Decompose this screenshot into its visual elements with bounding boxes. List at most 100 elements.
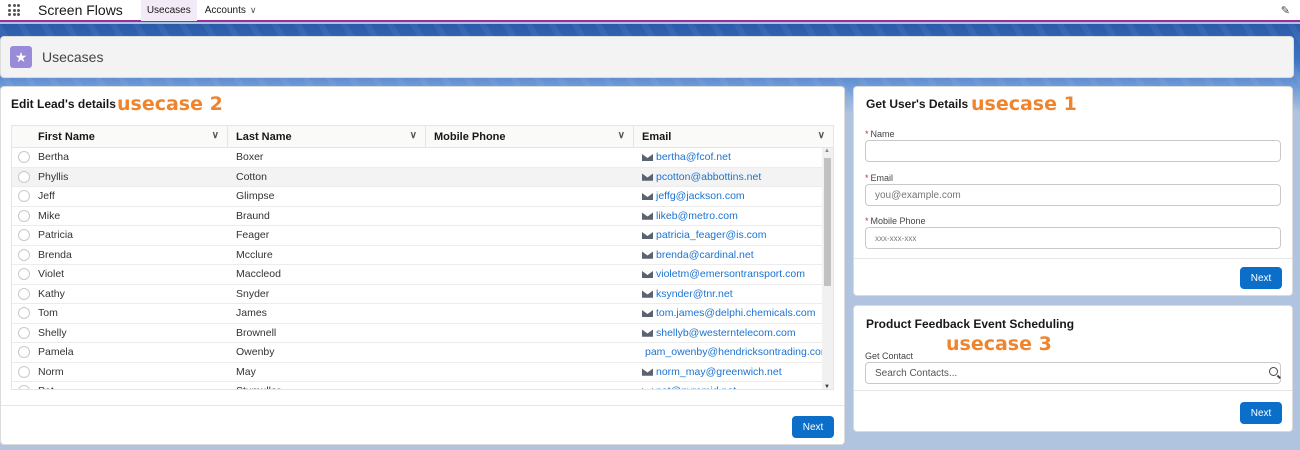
star-icon: ★ xyxy=(10,46,32,68)
email-link[interactable]: bertha@fcof.net xyxy=(656,151,731,163)
table-row[interactable]: Patricia Feager patricia_feager@is.com xyxy=(12,226,833,246)
column-label: First Name xyxy=(38,130,95,143)
column-header-last-name[interactable]: Last Name ∨ xyxy=(228,126,426,147)
table-row[interactable]: Brenda Mcclure brenda@cardinal.net xyxy=(12,246,833,265)
scroll-down-icon[interactable]: ▼ xyxy=(824,384,830,389)
email-link[interactable]: tom.james@delphi.chemicals.com xyxy=(656,307,815,319)
divider xyxy=(1,405,844,406)
row-select-radio[interactable] xyxy=(18,365,30,378)
edit-lead-card: Edit Lead's details usecase 2 First Name… xyxy=(0,86,845,445)
first-name-cell: Pamela xyxy=(38,346,74,359)
email-link[interactable]: jeffg@jackson.com xyxy=(656,190,745,202)
first-name-cell: Phyllis xyxy=(38,170,69,183)
chevron-down-icon[interactable]: ∨ xyxy=(818,130,825,141)
tab-usecases[interactable]: Usecases xyxy=(140,0,197,21)
table-row[interactable]: Jeff Glimpse jeffg@jackson.com xyxy=(12,187,833,207)
last-name-cell: May xyxy=(236,365,256,378)
chevron-down-icon[interactable]: ∨ xyxy=(410,130,417,141)
table-row[interactable]: Pamela Owenby pam_owenby@hendricksontradin… xyxy=(12,343,833,363)
table-row[interactable]: Violet Maccleod violetm@emersontransport.c… xyxy=(12,265,833,285)
email-cell[interactable]: tom.james@delphi.chemicals.com xyxy=(634,307,824,319)
scrollbar-thumb[interactable] xyxy=(824,158,831,286)
table-row[interactable]: Mike Braund likeb@metro.com xyxy=(12,207,833,226)
email-cell[interactable]: pam_owenby@hendricksontrading.com xyxy=(634,346,824,358)
table-scrollbar[interactable]: ▲ ▼ xyxy=(822,148,833,389)
user-details-card: Get User's Details usecase 1 * Name * Emai… xyxy=(853,86,1293,296)
last-name-cell: Cotton xyxy=(236,170,267,183)
row-select-radio[interactable] xyxy=(18,229,30,242)
email-cell[interactable]: likeb@metro.com xyxy=(634,210,824,222)
table-row[interactable]: Bertha Boxer bertha@fcof.net xyxy=(12,148,833,168)
table-row[interactable]: Norm May norm_may@greenwich.net xyxy=(12,363,833,382)
email-cell[interactable]: violetm@emersontransport.com xyxy=(634,268,824,280)
table-body: Bertha Boxer bertha@fcof.net Phyllis Cotton p… xyxy=(12,148,833,389)
last-name-cell: James xyxy=(236,307,267,320)
feedback-next-button[interactable]: Next xyxy=(1240,402,1282,424)
chevron-down-icon[interactable]: ∨ xyxy=(250,5,257,16)
table-row[interactable]: Kathy Snyder ksynder@tnr.net xyxy=(12,285,833,304)
email-cell[interactable]: patricia_feager@is.com xyxy=(634,229,824,241)
email-link[interactable]: ksynder@tnr.net xyxy=(656,288,733,300)
table-row[interactable]: Phyllis Cotton pcotton@abbottins.net xyxy=(12,167,833,187)
last-name-cell: Owenby xyxy=(236,346,275,359)
email-cell[interactable]: pcotton@abbottins.net xyxy=(634,171,824,183)
row-select-radio[interactable] xyxy=(18,287,30,300)
row-select-radio[interactable] xyxy=(18,326,30,339)
app-launcher-icon[interactable] xyxy=(8,4,22,16)
chevron-down-icon[interactable]: ∨ xyxy=(212,130,219,141)
email-link[interactable]: brenda@cardinal.net xyxy=(656,249,754,261)
email-cell[interactable]: brenda@cardinal.net xyxy=(634,249,824,261)
name-field[interactable] xyxy=(865,140,1281,162)
row-select-radio[interactable] xyxy=(18,307,30,320)
table-row[interactable]: PatStumuller pat@pyramid.net xyxy=(12,382,833,389)
mail-icon xyxy=(642,309,653,318)
card-title: Get User's Details xyxy=(866,97,969,111)
email-link[interactable]: pat@pyramid.net xyxy=(656,385,736,389)
last-name-cell: Glimpse xyxy=(236,190,275,203)
scroll-up-icon[interactable]: ▲ xyxy=(824,148,830,154)
column-header-mobile-phone[interactable]: Mobile Phone ∨ xyxy=(426,126,634,147)
page-header: ★ Usecases xyxy=(0,36,1294,78)
email-cell[interactable]: bertha@fcof.net xyxy=(634,151,824,163)
chevron-down-icon[interactable]: ∨ xyxy=(618,130,625,141)
column-header-email[interactable]: Email ∨ xyxy=(634,126,833,147)
tab-accounts[interactable]: Accounts ∨ xyxy=(199,0,263,21)
email-link[interactable]: pam_owenby@hendricksontrading.com xyxy=(645,346,824,358)
email-field[interactable]: you@example.com xyxy=(865,184,1281,206)
email-link[interactable]: patricia_feager@is.com xyxy=(656,229,766,241)
first-name-cell: Patricia xyxy=(38,229,74,242)
table-row[interactable]: Shelly Brownell shellyb@westerntelecom.com xyxy=(12,324,833,343)
row-select-radio[interactable] xyxy=(18,385,30,389)
email-cell[interactable]: pat@pyramid.net xyxy=(634,385,824,389)
last-name-cell: Boxer xyxy=(236,151,264,164)
email-link[interactable]: violetm@emersontransport.com xyxy=(656,268,805,280)
email-cell[interactable]: norm_may@greenwich.net xyxy=(634,366,824,378)
email-link[interactable]: norm_may@greenwich.net xyxy=(656,366,782,378)
row-select-radio[interactable] xyxy=(18,268,30,281)
mobile-phone-field[interactable]: xxx-xxx-xxx xyxy=(865,227,1281,249)
email-cell[interactable]: ksynder@tnr.net xyxy=(634,288,824,300)
mail-icon xyxy=(642,250,653,259)
user-next-button[interactable]: Next xyxy=(1240,267,1282,289)
table-row[interactable]: Tom James tom.james@delphi.chemicals.com xyxy=(12,304,833,324)
row-select-radio[interactable] xyxy=(18,248,30,261)
column-header-first-name[interactable]: First Name ∨ xyxy=(12,126,228,147)
row-select-radio[interactable] xyxy=(18,209,30,222)
email-link[interactable]: shellyb@westerntelecom.com xyxy=(656,327,796,339)
email-link[interactable]: likeb@metro.com xyxy=(656,210,738,222)
edit-pencil-icon[interactable]: ✎ xyxy=(1281,4,1290,17)
leads-table: First Name ∨ Last Name ∨ Mobile Phone ∨ … xyxy=(11,125,834,390)
contact-search-input[interactable]: Search Contacts... xyxy=(865,362,1281,384)
card-title: Edit Lead's details xyxy=(11,97,116,111)
row-select-radio[interactable] xyxy=(18,151,30,164)
email-link[interactable]: pcotton@abbottins.net xyxy=(656,171,761,183)
row-select-radio[interactable] xyxy=(18,346,30,359)
email-cell[interactable]: shellyb@westerntelecom.com xyxy=(634,327,824,339)
lead-next-button[interactable]: Next xyxy=(792,416,834,438)
page-title: Usecases xyxy=(42,49,104,65)
search-icon[interactable] xyxy=(1269,367,1278,376)
row-select-radio[interactable] xyxy=(18,190,30,203)
email-cell[interactable]: jeffg@jackson.com xyxy=(634,190,824,202)
mail-icon xyxy=(642,211,653,220)
row-select-radio[interactable] xyxy=(18,170,30,183)
